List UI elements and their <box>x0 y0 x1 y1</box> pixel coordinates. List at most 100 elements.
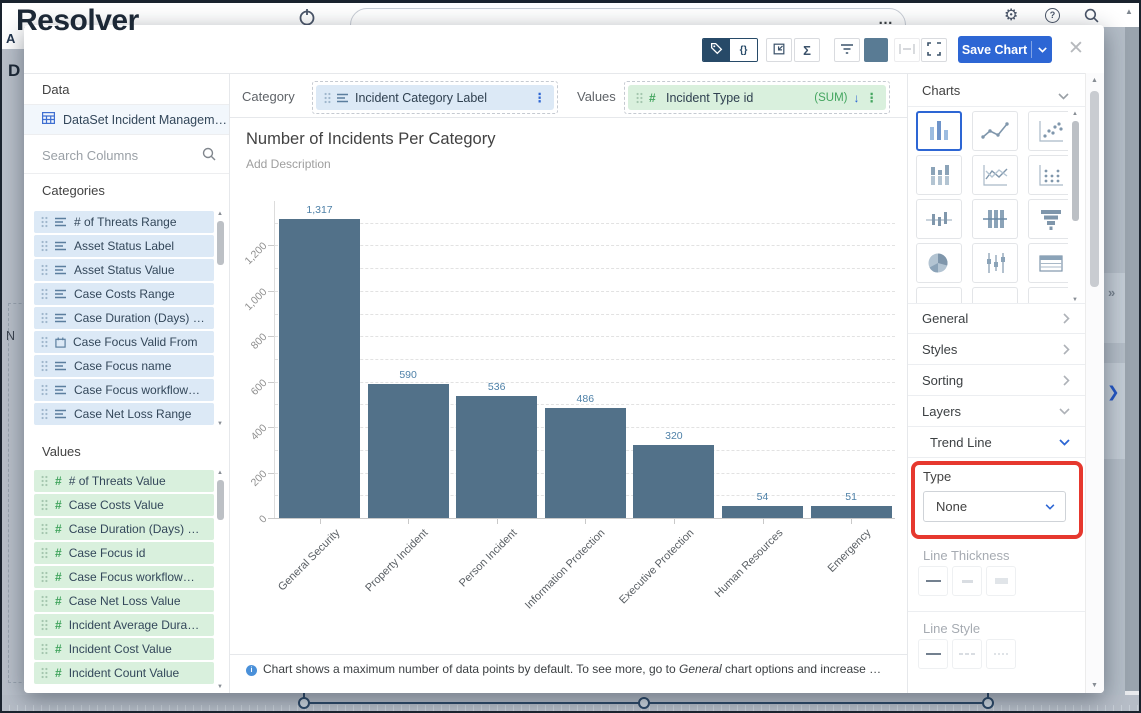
drag-handle-icon[interactable] <box>41 667 48 679</box>
drag-handle-icon[interactable] <box>41 643 48 655</box>
chart-type-bar[interactable] <box>916 111 962 151</box>
drag-handle-icon[interactable] <box>41 216 48 228</box>
drill-down-button[interactable] <box>766 38 792 62</box>
drag-handle-icon[interactable] <box>41 312 48 324</box>
sidebar-field-item[interactable]: Asset Status Label <box>34 235 214 257</box>
timeline-handle[interactable] <box>982 697 994 709</box>
thickness-medium-button[interactable] <box>952 566 982 596</box>
drag-handle-icon[interactable] <box>41 571 48 583</box>
sidebar-field-item[interactable]: # Case Focus workflow… <box>34 566 214 588</box>
drag-handle-icon[interactable] <box>324 92 331 104</box>
drag-handle-icon[interactable] <box>636 92 643 104</box>
sidebar-field-item[interactable]: # Incident Average Dura… <box>34 614 214 636</box>
sidebar-field-item[interactable]: Case Costs Range <box>34 283 214 305</box>
filter-button[interactable] <box>834 38 860 62</box>
scrollbar-thumb[interactable] <box>1072 121 1079 221</box>
drag-handle-icon[interactable] <box>41 384 48 396</box>
chart-type-cell[interactable] <box>972 287 1018 303</box>
braces-toggle-button[interactable]: {} <box>730 39 757 61</box>
page-scroll-up-icon[interactable]: ▲ <box>1125 7 1133 16</box>
sidebar-field-item[interactable]: Case Focus workflow… <box>34 379 214 401</box>
chevron-right-icon[interactable] <box>1063 374 1070 386</box>
trend-type-dropdown[interactable]: None <box>923 491 1066 522</box>
style-solid-button[interactable] <box>918 639 948 669</box>
panel-scrollbar[interactable]: ▲ ▼ <box>1085 73 1104 693</box>
scrollbar-thumb[interactable] <box>1090 91 1099 287</box>
sidebar-field-item[interactable]: # # of Threats Value <box>34 470 214 492</box>
style-dotted-button[interactable] <box>986 639 1016 669</box>
sort-descending-icon[interactable]: ↓ <box>854 91 860 105</box>
right-rail-scroll-track[interactable] <box>1125 27 1139 711</box>
category-drop-slot[interactable]: Incident Category Label ⋮ <box>312 81 558 114</box>
category-field-pill[interactable]: Incident Category Label ⋮ <box>316 85 554 110</box>
scroll-up-icon[interactable]: ▲ <box>1072 111 1078 117</box>
drag-handle-icon[interactable] <box>41 475 48 487</box>
chart-type-pie[interactable] <box>916 243 962 283</box>
chevron-right-icon[interactable] <box>1063 343 1070 355</box>
thickness-thin-button[interactable] <box>918 566 948 596</box>
drag-handle-icon[interactable] <box>41 336 48 348</box>
gear-icon[interactable]: ⚙ <box>1004 5 1018 25</box>
drag-handle-icon[interactable] <box>41 264 48 276</box>
sidebar-field-item[interactable]: # Incident Cost Value <box>34 638 214 660</box>
style-dashed-button[interactable] <box>952 639 982 669</box>
chart-type-stacked-bar[interactable] <box>916 155 962 195</box>
save-options-caret[interactable] <box>1032 46 1052 53</box>
sidebar-field-item[interactable]: # Case Net Loss Value <box>34 590 214 612</box>
collapse-panel-icon[interactable]: » <box>1108 285 1115 300</box>
drag-handle-icon[interactable] <box>41 240 48 252</box>
drag-handle-icon[interactable] <box>41 547 48 559</box>
scroll-down-icon[interactable]: ▼ <box>217 684 223 690</box>
chart-type-bar-line-small[interactable] <box>916 199 962 239</box>
expand-panel-icon[interactable]: ❯ <box>1107 383 1120 401</box>
close-icon[interactable]: ✕ <box>1068 37 1084 60</box>
chevron-down-icon[interactable] <box>1058 87 1069 105</box>
drag-handle-icon[interactable] <box>41 288 48 300</box>
sidebar-field-item[interactable]: Asset Status Value <box>34 259 214 281</box>
sidebar-field-item[interactable]: # Incident Count Value <box>34 662 214 684</box>
timeline-handle[interactable] <box>298 697 310 709</box>
sidebar-field-item[interactable]: # Case Costs Value <box>34 494 214 516</box>
search-icon[interactable] <box>202 147 216 166</box>
chevron-down-icon[interactable] <box>1059 438 1070 446</box>
chart-type-dot-column[interactable] <box>1028 155 1068 195</box>
drag-handle-icon[interactable] <box>41 499 48 511</box>
chart-type-funnel[interactable] <box>1028 199 1068 239</box>
chevron-right-icon[interactable] <box>1063 312 1070 324</box>
fullscreen-button[interactable] <box>921 38 951 62</box>
chart-grid-scrollbar[interactable]: ▲ ▼ <box>1071 111 1081 303</box>
chart-type-cell[interactable] <box>1028 287 1068 303</box>
drag-handle-icon[interactable] <box>41 595 48 607</box>
search-columns-input[interactable] <box>42 145 192 165</box>
chart-type-boxplot[interactable] <box>972 243 1018 283</box>
scroll-up-icon[interactable]: ▲ <box>1091 77 1098 84</box>
chart-type-scatter[interactable] <box>1028 111 1068 151</box>
trend-line-section[interactable]: Trend Line <box>908 427 1085 458</box>
sidebar-field-item[interactable]: # Case Duration (Days) … <box>34 518 214 540</box>
chart-type-line[interactable] <box>972 111 1018 151</box>
tag-toggle-button[interactable] <box>703 39 730 61</box>
section-styles[interactable]: Styles <box>908 334 1085 365</box>
chart-type-cell[interactable] <box>916 287 962 303</box>
sidebar-field-item[interactable]: Case Focus Valid From <box>34 331 214 353</box>
chevron-down-icon[interactable] <box>1059 407 1070 415</box>
sidebar-field-item[interactable]: # Case Focus id <box>34 542 214 564</box>
sidebar-field-item[interactable]: Case Focus name <box>34 355 214 377</box>
color-swatch-button[interactable] <box>864 38 888 62</box>
thickness-thick-button[interactable] <box>986 566 1016 596</box>
sum-button[interactable]: Σ <box>794 38 820 62</box>
bar-width-button[interactable] <box>894 38 920 62</box>
sidebar-field-item[interactable]: Case Duration (Days) … <box>34 307 214 329</box>
section-general[interactable]: General <box>908 303 1085 334</box>
section-sorting[interactable]: Sorting <box>908 365 1085 396</box>
add-description-placeholder[interactable]: Add Description <box>246 157 331 171</box>
chart-type-multi-line[interactable] <box>972 155 1018 195</box>
kebab-menu-icon[interactable]: ⋮ <box>534 90 547 105</box>
save-chart-button[interactable]: Save Chart <box>958 36 1052 63</box>
values-field-pill[interactable]: # Incident Type id (SUM) ↓ ⋮ <box>628 85 886 110</box>
values-drop-slot[interactable]: # Incident Type id (SUM) ↓ ⋮ <box>624 81 890 114</box>
kebab-menu-icon[interactable]: ⋮ <box>866 90 879 105</box>
sidebar-field-item[interactable]: Case Net Loss Range <box>34 403 214 425</box>
drag-handle-icon[interactable] <box>41 619 48 631</box>
chart-type-column-line[interactable] <box>972 199 1018 239</box>
